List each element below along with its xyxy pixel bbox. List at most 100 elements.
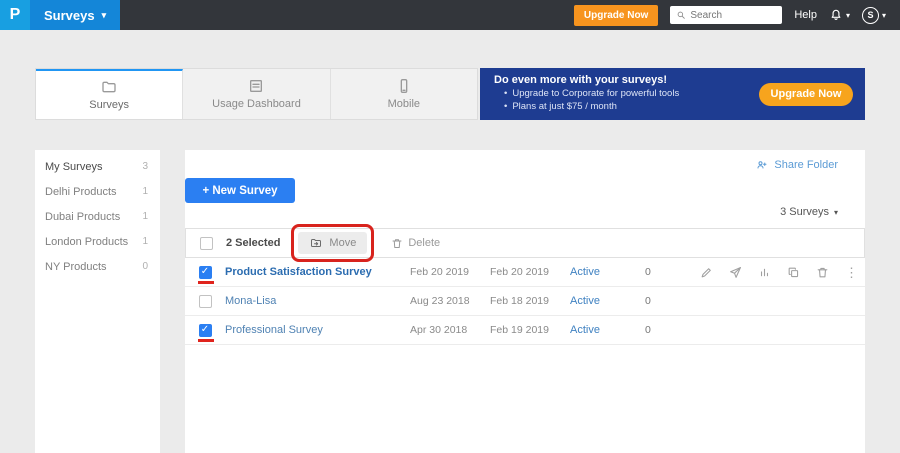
check-icon: ✓ bbox=[201, 325, 209, 335]
promo-title: Do even more with your surveys! bbox=[494, 74, 759, 86]
chevron-down-icon: ▾ bbox=[102, 10, 107, 21]
edit-button[interactable] bbox=[700, 266, 713, 279]
tab-mobile[interactable]: Mobile bbox=[331, 69, 477, 119]
table-row[interactable]: ✓ Mona-Lisa Aug 23 2018 Feb 18 2019 Acti… bbox=[185, 287, 865, 316]
promo-bullet: • Plans at just $75 / month bbox=[494, 101, 759, 114]
search-icon bbox=[676, 10, 686, 20]
survey-table: ✓ Product Satisfaction Survey Feb 20 201… bbox=[185, 258, 865, 345]
bar-chart-icon bbox=[758, 266, 771, 279]
sidebar-item-delhi-products[interactable]: Delhi Products 1 bbox=[35, 179, 160, 204]
search-input[interactable] bbox=[690, 10, 770, 21]
survey-title-link[interactable]: Product Satisfaction Survey bbox=[225, 266, 410, 278]
topbar-right: Upgrade Now Help ▾ S ▾ bbox=[574, 5, 900, 26]
tab-label: Mobile bbox=[388, 98, 420, 110]
tab-usage-dashboard[interactable]: Usage Dashboard bbox=[183, 69, 330, 119]
row-checkbox-cell: ✓ bbox=[185, 287, 225, 315]
mobile-icon bbox=[395, 78, 413, 94]
tab-label: Surveys bbox=[89, 99, 129, 111]
sidebar-item-count: 1 bbox=[142, 236, 148, 247]
copy-icon bbox=[787, 266, 800, 279]
sidebar-item-label: My Surveys bbox=[45, 161, 102, 173]
sidebar-item-count: 1 bbox=[142, 211, 148, 222]
move-folder-icon bbox=[309, 237, 323, 249]
share-folder-link[interactable]: Share Folder bbox=[755, 159, 838, 171]
status-badge: Active bbox=[570, 324, 645, 336]
sidebar-item-ny-products[interactable]: NY Products 0 bbox=[35, 254, 160, 279]
sidebar-item-label: London Products bbox=[45, 236, 128, 248]
promo-bullet: • Upgrade to Corporate for powerful tool… bbox=[494, 88, 759, 101]
row-checkbox[interactable]: ✓ bbox=[199, 324, 212, 337]
app-menu-label: Surveys bbox=[44, 8, 95, 23]
table-row[interactable]: ✓ Professional Survey Apr 30 2018 Feb 19… bbox=[185, 316, 865, 345]
tab-label: Usage Dashboard bbox=[212, 98, 301, 110]
sidebar-item-count: 0 bbox=[142, 261, 148, 272]
table-row[interactable]: ✓ Product Satisfaction Survey Feb 20 201… bbox=[185, 258, 865, 287]
sidebar-item-label: NY Products bbox=[45, 261, 107, 273]
account-menu[interactable]: S ▾ bbox=[862, 7, 886, 24]
status-badge: Active bbox=[570, 295, 645, 307]
bullet-icon: • bbox=[504, 88, 507, 101]
row-checkbox[interactable]: ✓ bbox=[199, 266, 212, 279]
bulk-actions-toolbar: ✓ 2 Selected Move Delete bbox=[185, 228, 865, 258]
move-button-wrap: Move bbox=[298, 232, 367, 254]
responses-count: 0 bbox=[645, 295, 700, 307]
send-button[interactable] bbox=[729, 266, 742, 279]
new-survey-button[interactable]: + New Survey bbox=[185, 178, 295, 203]
paper-plane-icon bbox=[729, 266, 742, 279]
chevron-down-icon: ▾ bbox=[882, 11, 886, 20]
sidebar-item-my-surveys[interactable]: My Surveys 3 bbox=[35, 154, 160, 179]
check-icon: ✓ bbox=[201, 267, 209, 277]
annotation-underline bbox=[198, 281, 214, 284]
survey-title-link[interactable]: Professional Survey bbox=[225, 324, 410, 336]
survey-created-date: Apr 30 2018 bbox=[410, 324, 490, 336]
stats-button[interactable] bbox=[758, 266, 771, 279]
dashboard-icon bbox=[247, 78, 265, 94]
promo-text: Do even more with your surveys! • Upgrad… bbox=[494, 74, 759, 114]
status-badge: Active bbox=[570, 266, 645, 278]
promo-banner: Do even more with your surveys! • Upgrad… bbox=[480, 68, 865, 120]
row-checkbox-cell: ✓ bbox=[185, 316, 225, 344]
survey-title-link[interactable]: Mona-Lisa bbox=[225, 295, 410, 307]
help-link[interactable]: Help bbox=[794, 9, 817, 21]
chevron-down-icon: ▾ bbox=[834, 208, 838, 217]
chevron-down-icon: ▾ bbox=[846, 11, 850, 20]
bell-icon bbox=[829, 8, 843, 22]
move-button[interactable]: Move bbox=[298, 232, 367, 254]
survey-count-dropdown[interactable]: 3 Surveys ▾ bbox=[780, 206, 838, 218]
tab-surveys[interactable]: Surveys bbox=[36, 69, 183, 119]
row-checkbox[interactable]: ✓ bbox=[199, 295, 212, 308]
bullet-icon: • bbox=[504, 101, 507, 114]
folders-sidebar: My Surveys 3 Delhi Products 1 Dubai Prod… bbox=[35, 150, 160, 453]
survey-created-date: Feb 20 2019 bbox=[410, 266, 490, 278]
responses-count: 0 bbox=[645, 266, 700, 278]
folder-icon bbox=[100, 79, 118, 95]
pencil-icon bbox=[700, 266, 713, 279]
brand-logo: P bbox=[0, 0, 30, 30]
sidebar-item-label: Delhi Products bbox=[45, 186, 117, 198]
sidebar-item-london-products[interactable]: London Products 1 bbox=[35, 229, 160, 254]
sidebar-item-dubai-products[interactable]: Dubai Products 1 bbox=[35, 204, 160, 229]
delete-button[interactable]: Delete bbox=[391, 237, 440, 250]
upgrade-now-button[interactable]: Upgrade Now bbox=[574, 5, 658, 26]
sidebar-item-count: 1 bbox=[142, 186, 148, 197]
delete-button-label: Delete bbox=[408, 237, 440, 249]
copy-button[interactable] bbox=[787, 266, 800, 279]
avatar: S bbox=[862, 7, 879, 24]
app-menu-surveys[interactable]: Surveys ▾ bbox=[30, 0, 120, 30]
responses-count: 0 bbox=[645, 324, 700, 336]
topbar: P Surveys ▾ Upgrade Now Help ▾ S ▾ bbox=[0, 0, 900, 30]
section-tabs: Surveys Usage Dashboard Mobile bbox=[35, 68, 478, 120]
surveys-panel: Share Folder + New Survey 3 Surveys ▾ ✓ … bbox=[185, 150, 865, 453]
select-all-checkbox[interactable]: ✓ bbox=[200, 237, 213, 250]
notifications-button[interactable]: ▾ bbox=[829, 8, 850, 22]
survey-count-label: 3 Surveys bbox=[780, 206, 829, 218]
search-box[interactable] bbox=[670, 6, 782, 24]
banner-upgrade-button[interactable]: Upgrade Now bbox=[759, 83, 853, 106]
promo-bullet-text: Plans at just $75 / month bbox=[512, 101, 617, 114]
more-options-button[interactable]: ⋮ bbox=[845, 266, 858, 279]
trash-icon bbox=[391, 237, 403, 250]
delete-row-button[interactable] bbox=[816, 266, 829, 279]
move-button-label: Move bbox=[329, 237, 356, 249]
selected-count-label: 2 Selected bbox=[226, 237, 280, 249]
share-folder-icon bbox=[755, 159, 769, 171]
